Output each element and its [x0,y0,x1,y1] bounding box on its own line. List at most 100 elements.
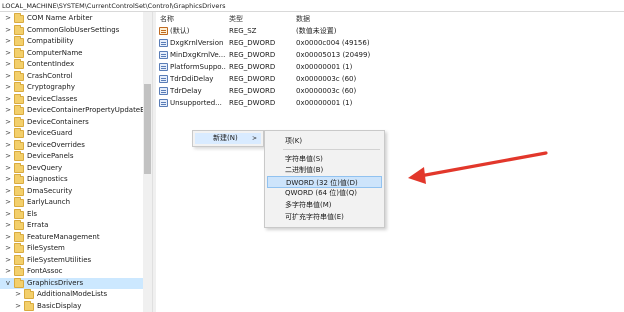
value-type: REG_DWORD [229,99,276,107]
chevron-right-icon[interactable]: > [4,59,12,70]
tree-item[interactable]: > BasicDisplay [0,300,152,312]
value-name: MinDxgKrnlVe... [170,51,226,59]
submenu-item[interactable]: 项(K) [267,135,382,147]
address-bar[interactable]: LOCAL_MACHINE\SYSTEM\CurrentControlSet\C… [0,0,624,12]
chevron-right-icon[interactable]: > [4,71,12,82]
chevron-right-icon[interactable]: > [4,82,12,93]
tree-item[interactable]: > DeviceOverrides [0,139,152,152]
chevron-right-icon[interactable]: > [4,220,12,231]
column-header-data[interactable]: 数据 [296,14,310,24]
chevron-right-icon[interactable]: > [4,151,12,162]
chevron-right-icon[interactable]: > [4,255,12,266]
string-value-icon [159,27,168,35]
folder-icon [14,208,24,219]
scrollbar-thumb[interactable] [144,84,151,174]
tree-item-label: DevicePanels [27,152,74,161]
tree-item[interactable]: > CrashControl [0,70,152,83]
chevron-right-icon[interactable]: > [4,186,12,197]
value-name: DxgKrnlVersion [170,39,224,47]
chevron-right-icon[interactable]: > [4,117,12,128]
chevron-right-icon[interactable]: > [4,209,12,220]
chevron-right-icon[interactable]: > [4,94,12,105]
submenu-item[interactable]: 二进制值(B) [267,164,382,176]
chevron-down-icon[interactable]: v [4,278,12,289]
chevron-right-icon[interactable]: > [4,163,12,174]
submenu-item[interactable]: QWORD (64 位)值(Q) [267,187,382,199]
chevron-right-icon[interactable]: > [4,232,12,243]
folder-icon [14,70,24,81]
chevron-right-icon[interactable]: > [14,301,22,312]
tree-item-label: FileSystem [27,244,65,253]
tree-item-label: DeviceOverrides [27,140,85,149]
tree-item[interactable]: > DeviceClasses [0,93,152,106]
tree-item[interactable]: > AdditionalModeLists [0,289,152,301]
tree-item[interactable]: > DeviceContainers [0,116,152,129]
chevron-right-icon[interactable]: > [14,289,22,300]
context-menu: 新建(N) > [192,130,264,147]
chevron-right-icon[interactable]: > [4,48,12,59]
registry-value-row[interactable]: PlatformSuppo... REG_DWORD 0x00000001 (1) [156,61,624,73]
values-pane[interactable]: 名称 类型 数据 (默认) REG_SZ (数值未设置) DxgKrnlVersion… [156,12,624,312]
tree-item[interactable]: > Els [0,208,152,221]
tree-item[interactable]: > FileSystemUtilities [0,254,152,267]
chevron-right-icon[interactable]: > [4,105,12,116]
chevron-right-icon[interactable]: > [4,266,12,277]
submenu-item[interactable]: DWORD (32 位)值(D) [267,175,382,188]
chevron-right-icon[interactable]: > [4,25,12,36]
folder-icon [24,300,34,311]
value-name: TdrDdiDelay [170,75,214,83]
tree-item-label: ComputerName [27,48,83,57]
tree-item-label: COM Name Arbiter [27,14,93,23]
submenu-item[interactable]: 多字符串值(M) [267,199,382,211]
submenu-item[interactable]: 字符串值(S) [267,153,382,165]
folder-icon [24,289,34,299]
registry-value-row[interactable]: DxgKrnlVersion REG_DWORD 0x0000c004 (49156… [156,37,624,49]
tree-item[interactable]: > FeatureManagement [0,231,152,244]
chevron-right-icon[interactable]: > [4,36,12,47]
registry-value-row[interactable]: TdrDelay REG_DWORD 0x0000003c (60) [156,85,624,97]
tree-item[interactable]: > DevQuery [0,162,152,175]
tree-item[interactable]: > Compatibility [0,36,152,48]
registry-value-row[interactable]: TdrDdiDelay REG_DWORD 0x0000003c (60) [156,73,624,85]
registry-value-row[interactable]: (默认) REG_SZ (数值未设置) [156,25,624,37]
tree-item[interactable]: > EarlyLaunch [0,197,152,209]
folder-icon [14,220,24,230]
tree-item[interactable]: > ComputerName [0,47,152,60]
registry-value-row[interactable]: Unsupported... REG_DWORD 0x00000001 (1) [156,97,624,109]
tree-item[interactable]: > Cryptography [0,82,152,94]
tree-item[interactable]: > FileSystem [0,243,152,255]
tree-item-label: DevQuery [27,163,63,172]
chevron-right-icon[interactable]: > [4,243,12,254]
tree-item[interactable]: > Diagnostics [0,174,152,186]
tree-item[interactable]: > DeviceGuard [0,128,152,140]
menu-item-new[interactable]: 新建(N) > [195,133,261,144]
column-header-name[interactable]: 名称 [160,14,174,24]
column-header-type[interactable]: 类型 [229,14,243,24]
tree-item[interactable]: > DeviceContainerPropertyUpdateEve [0,105,152,117]
folder-icon [14,231,24,242]
tree-item[interactable]: v GraphicsDrivers [0,277,152,289]
submenu-item[interactable]: 可扩充字符串值(E) [267,211,382,223]
tree-scrollbar[interactable] [143,12,152,312]
value-data: 0x0000003c (60) [296,75,357,83]
chevron-right-icon[interactable]: > [4,140,12,151]
tree-item[interactable]: > FontAssoc [0,266,152,278]
tree-item[interactable]: > DevicePanels [0,151,152,163]
tree-item[interactable]: > ContentIndex [0,59,152,71]
tree-item[interactable]: > CommonGlobUserSettings [0,24,152,37]
chevron-right-icon[interactable]: > [4,174,12,185]
chevron-right-icon[interactable]: > [4,197,12,208]
tree-item[interactable]: > DmaSecurity [0,185,152,198]
folder-icon [14,243,24,253]
value-name: PlatformSuppo... [170,63,226,71]
tree-item[interactable]: > COM Name Arbiter [0,13,152,25]
tree-item[interactable]: > Errata [0,220,152,232]
folder-icon [14,266,24,276]
chevron-right-icon[interactable]: > [4,13,12,24]
registry-value-row[interactable]: MinDxgKrnlVe... REG_DWORD 0x00005013 (2049… [156,49,624,61]
folder-icon [14,47,24,58]
value-data: 0x0000003c (60) [296,87,357,95]
folder-icon [14,105,24,115]
chevron-right-icon[interactable]: > [4,128,12,139]
folder-icon [14,151,24,161]
